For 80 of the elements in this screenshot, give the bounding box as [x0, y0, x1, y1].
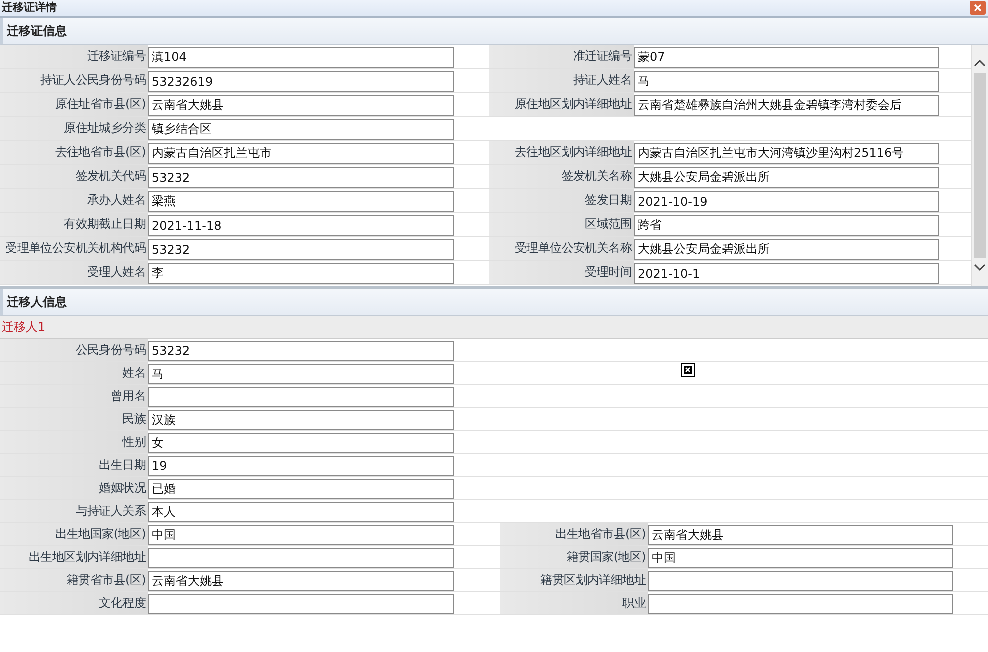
field-label: 籍贯区划内详细地址 — [500, 569, 648, 591]
window-title: 迁移证详情 — [1, 1, 57, 15]
text-field[interactable]: 内蒙古自治区扎兰屯市 — [148, 143, 454, 164]
field-label: 文化程度 — [0, 592, 148, 614]
text-field[interactable] — [148, 594, 454, 614]
text-field[interactable]: 云南省大姚县 — [148, 571, 454, 591]
scrollbar[interactable] — [971, 45, 988, 286]
field-label: 受理人姓名 — [0, 261, 148, 284]
text-field[interactable]: 2021-10-19 — [634, 191, 939, 212]
field-label: 原住址城乡分类 — [0, 117, 148, 140]
close-button[interactable] — [970, 1, 986, 15]
field-label: 出生日期 — [0, 454, 148, 476]
text-field[interactable] — [648, 594, 953, 614]
text-field[interactable]: 李 — [148, 263, 454, 284]
section-title: 迁移证信息 — [6, 22, 67, 40]
field-label: 去往地省市县(区) — [0, 141, 148, 164]
field-label: 性别 — [0, 431, 148, 453]
text-field[interactable]: 云南省大姚县 — [148, 95, 454, 116]
field-label: 出生地区划内详细地址 — [0, 546, 148, 568]
field-label: 承办人姓名 — [0, 189, 148, 212]
text-field[interactable]: 云南省楚雄彝族自治州大姚县金碧镇李湾村委会后 — [634, 95, 939, 116]
field-label: 有效期截止日期 — [0, 213, 148, 236]
text-field[interactable]: 镇乡结合区 — [148, 119, 454, 140]
text-field[interactable]: 内蒙古自治区扎兰屯市大河湾镇沙里沟村25116号 — [634, 143, 939, 164]
text-field[interactable]: 中国 — [148, 525, 454, 545]
text-field[interactable]: 蒙07 — [634, 47, 939, 68]
text-field[interactable]: 马 — [148, 364, 454, 384]
field-label: 受理时间 — [489, 261, 634, 284]
field-label: 公民身份号码 — [0, 339, 148, 361]
field-label: 迁移证编号 — [0, 45, 148, 68]
field-label: 区域范围 — [489, 213, 634, 236]
text-field[interactable]: 跨省 — [634, 215, 939, 236]
field-label: 婚姻状况 — [0, 477, 148, 499]
text-field[interactable]: 云南省大姚县 — [648, 525, 953, 545]
text-field[interactable]: 滇104 — [148, 47, 454, 68]
text-field[interactable]: 中国 — [648, 548, 953, 568]
field-label: 去往地区划内详细地址 — [489, 141, 634, 164]
field-label: 持证人姓名 — [489, 69, 634, 92]
person-title: 迁移人1 — [1, 318, 46, 336]
field-label: 签发日期 — [489, 189, 634, 212]
text-field[interactable] — [148, 548, 454, 568]
text-field[interactable]: 53232 — [148, 341, 454, 361]
text-field[interactable]: 2021-10-1 — [634, 263, 939, 284]
field-label: 准迁证编号 — [489, 45, 634, 68]
field-label: 籍贯国家(地区) — [500, 546, 648, 568]
field-label: 出生地省市县(区) — [500, 523, 648, 545]
section-title: 迁移人信息 — [6, 294, 67, 310]
field-label: 出生地国家(地区) — [0, 523, 148, 545]
field-label: 签发机关名称 — [489, 165, 634, 188]
field-label: 姓名 — [0, 362, 148, 384]
field-label: 原住地区划内详细地址 — [489, 93, 634, 116]
field-label: 原住址省市县(区) — [0, 93, 148, 116]
chevron-up-icon[interactable] — [974, 59, 986, 69]
text-field[interactable]: 女 — [148, 433, 454, 453]
field-label: 受理单位公安机关机构代码 — [0, 237, 148, 260]
field-label: 曾用名 — [0, 385, 148, 407]
text-field[interactable]: 汉族 — [148, 410, 454, 430]
field-label: 民族 — [0, 408, 148, 430]
text-field[interactable]: 19 — [148, 456, 454, 476]
text-field[interactable]: 大姚县公安局金碧派出所 — [634, 239, 939, 260]
text-field[interactable]: 已婚 — [148, 479, 454, 499]
text-field[interactable]: 大姚县公安局金碧派出所 — [634, 167, 939, 188]
text-field[interactable]: 53232 — [148, 239, 454, 260]
broken-image-icon — [681, 363, 695, 377]
text-field[interactable]: 53232619 — [148, 71, 454, 92]
field-label: 持证人公民身份号码 — [0, 69, 148, 92]
field-label: 职业 — [500, 592, 648, 614]
text-field[interactable]: 53232 — [148, 167, 454, 188]
text-field[interactable]: 马 — [634, 71, 939, 92]
field-label: 籍贯省市县(区) — [0, 569, 148, 591]
text-field[interactable]: 2021-11-18 — [148, 215, 454, 236]
text-field[interactable]: 梁燕 — [148, 191, 454, 212]
text-field[interactable]: 本人 — [148, 502, 454, 522]
field-label: 与持证人关系 — [0, 500, 148, 522]
text-field[interactable] — [148, 387, 454, 407]
chevron-down-icon[interactable] — [974, 262, 986, 272]
close-icon — [974, 4, 982, 12]
text-field[interactable] — [648, 571, 953, 591]
field-label: 受理单位公安机关名称 — [489, 237, 634, 260]
field-label: 签发机关代码 — [0, 165, 148, 188]
